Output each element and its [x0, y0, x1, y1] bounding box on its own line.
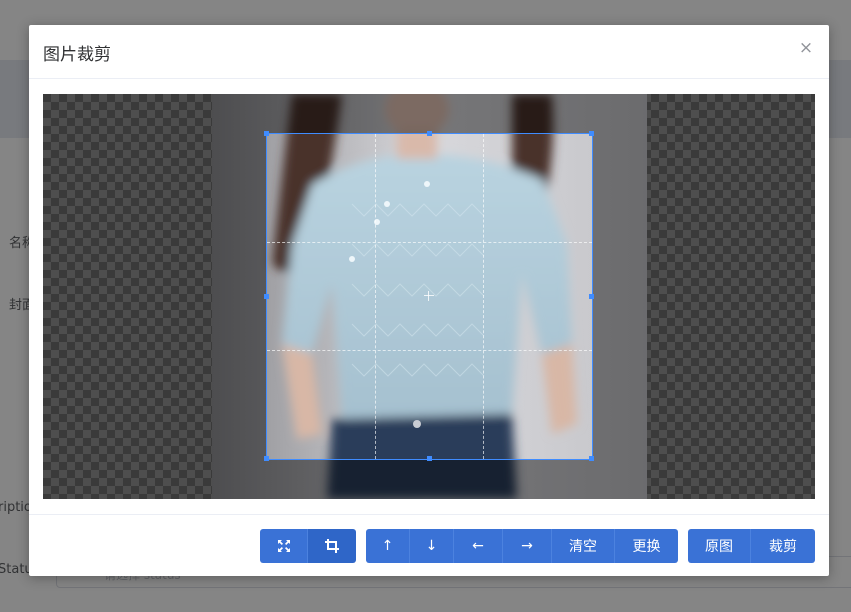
dialog-header: 图片裁剪 × — [29, 25, 829, 79]
action-button-group: 原图 裁剪 — [688, 529, 815, 563]
move-button-group: ↑ ↓ ← → 清空 更换 — [366, 529, 678, 563]
guide-line-v2 — [483, 134, 484, 459]
guide-line-v1 — [375, 134, 376, 459]
resize-handle-se[interactable] — [589, 456, 594, 461]
resize-handle-n[interactable] — [427, 131, 432, 136]
dialog-footer: ↑ ↓ ← → 清空 更换 原图 裁剪 — [29, 514, 829, 576]
move-up-button[interactable]: ↑ — [366, 529, 410, 563]
crop-button[interactable]: 裁剪 — [751, 529, 815, 563]
guide-line-h1 — [267, 242, 592, 243]
resize-handle-e[interactable] — [589, 294, 594, 299]
resize-handle-w[interactable] — [264, 294, 269, 299]
crop-center-icon — [424, 291, 434, 301]
move-down-button[interactable]: ↓ — [410, 529, 454, 563]
clear-button[interactable]: 清空 — [552, 529, 615, 563]
cropper-canvas[interactable] — [43, 94, 815, 499]
original-button[interactable]: 原图 — [688, 529, 751, 563]
crop-icon — [325, 539, 339, 553]
resize-handle-ne[interactable] — [589, 131, 594, 136]
move-left-button[interactable]: ← — [454, 529, 503, 563]
resize-handle-nw[interactable] — [264, 131, 269, 136]
fit-button[interactable] — [260, 529, 308, 563]
view-button-group — [260, 529, 356, 563]
dialog-title: 图片裁剪 — [43, 45, 111, 65]
resize-handle-sw[interactable] — [264, 456, 269, 461]
replace-button[interactable]: 更换 — [615, 529, 678, 563]
crop-mode-button[interactable] — [308, 529, 356, 563]
crop-dialog: 图片裁剪 × ↑ ↓ ← → 清空 更换 原图 裁剪 — [29, 25, 829, 576]
fit-icon — [277, 540, 290, 552]
close-icon[interactable]: × — [797, 39, 815, 57]
guide-line-h2 — [267, 350, 592, 351]
move-right-button[interactable]: → — [503, 529, 552, 563]
crop-box[interactable] — [264, 131, 594, 461]
resize-handle-s[interactable] — [427, 456, 432, 461]
